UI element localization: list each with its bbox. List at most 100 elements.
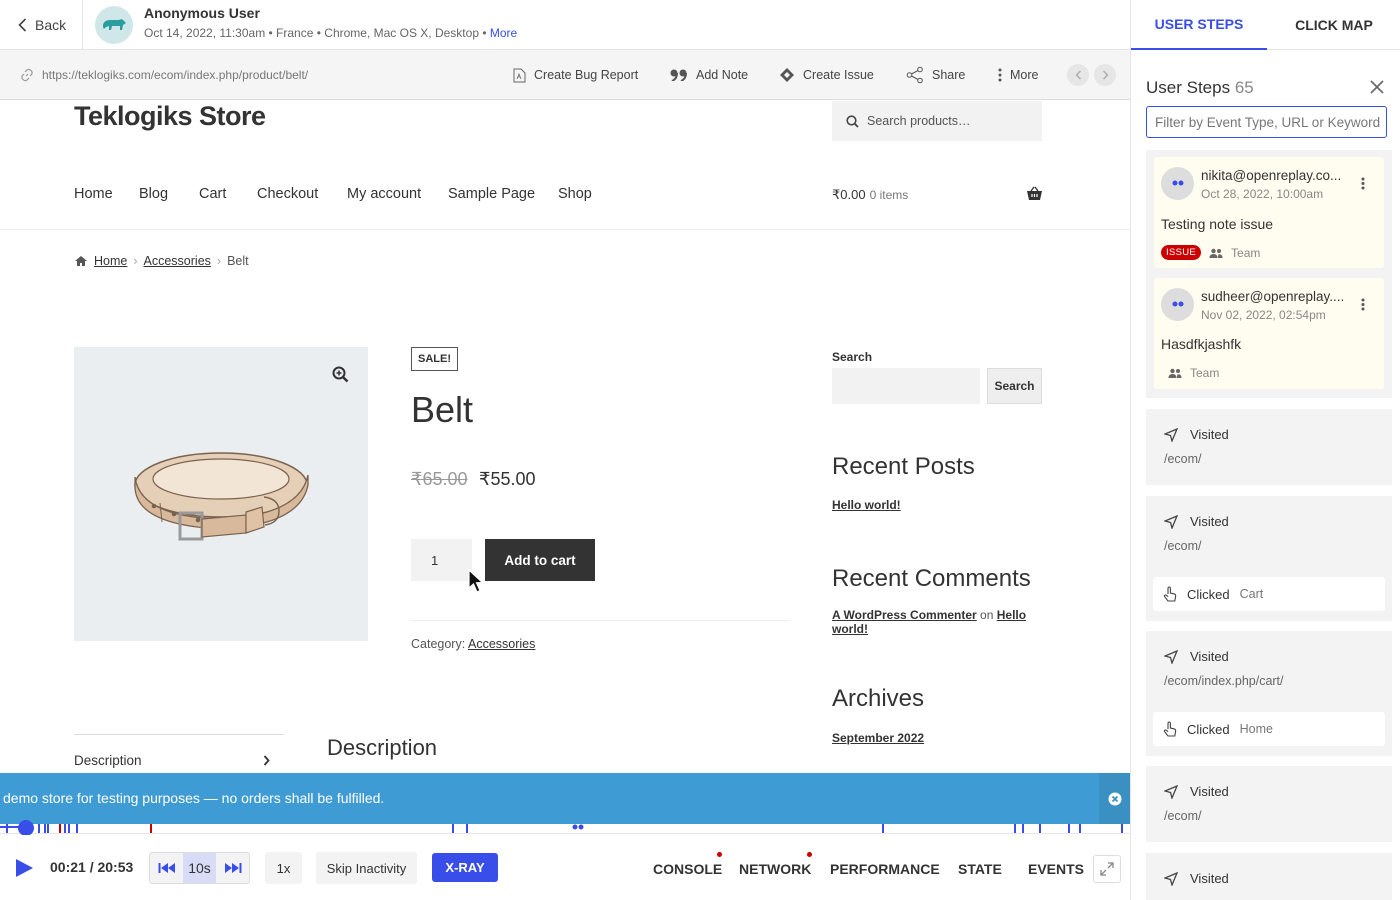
notice-dismiss-button[interactable] <box>1099 773 1130 824</box>
timeline-event-marker[interactable] <box>44 824 46 833</box>
chevron-right-icon <box>263 755 270 766</box>
sale-price: ₹55.00 <box>479 469 536 489</box>
tab-click-map[interactable]: CLICK MAP <box>1267 0 1400 50</box>
menu-item-blog[interactable]: Blog <box>139 186 168 202</box>
timeline-event-marker[interactable] <box>1121 824 1123 833</box>
timeline-note-icon[interactable] <box>572 824 584 832</box>
tab-network[interactable]: NETWORK <box>739 861 811 877</box>
menu-item-sample-page[interactable]: Sample Page <box>448 186 535 202</box>
close-panel-button[interactable] <box>1369 79 1385 95</box>
tab-console[interactable]: CONSOLE <box>653 861 722 877</box>
event-visited[interactable]: Visited <box>1164 784 1229 799</box>
skip-forward-button[interactable] <box>216 853 249 883</box>
location-arrow-icon <box>1164 784 1178 799</box>
replay-timeline[interactable] <box>0 824 1130 834</box>
create-bug-report-button[interactable]: Create Bug Report <box>513 50 638 100</box>
add-note-button[interactable]: Add Note <box>670 50 748 100</box>
event-visited[interactable]: Visited <box>1164 649 1229 664</box>
play-button[interactable] <box>14 858 34 878</box>
tab-performance[interactable]: PERFORMANCE <box>830 861 940 877</box>
basket-icon[interactable] <box>1026 186 1043 201</box>
timeline-event-marker[interactable] <box>882 824 884 833</box>
event-clicked[interactable]: Clicked Cart <box>1153 577 1385 611</box>
comment-on: on <box>980 608 994 622</box>
meta-more-link[interactable]: More <box>490 26 517 40</box>
menu-item-shop[interactable]: Shop <box>558 186 592 202</box>
event-visited[interactable]: Visited <box>1164 871 1229 886</box>
event-visited[interactable]: Visited <box>1164 427 1229 442</box>
timeline-error-marker[interactable] <box>150 824 152 833</box>
timeline-event-marker[interactable] <box>76 824 78 833</box>
note-author: nikita@openreplay.co... <box>1201 168 1342 183</box>
breadcrumb-accessories[interactable]: Accessories <box>144 254 211 268</box>
event-clicked[interactable]: Clicked Home <box>1153 712 1385 746</box>
add-to-cart-button[interactable]: Add to cart <box>485 539 595 581</box>
timeline-scrubber[interactable] <box>18 820 34 836</box>
timeline-event-marker[interactable] <box>6 824 8 833</box>
cart-items: 0 items <box>869 188 909 202</box>
skip-inactivity-toggle[interactable]: Skip Inactivity <box>316 852 417 884</box>
menu-item-home[interactable]: Home <box>74 186 113 202</box>
timeline-event-marker[interactable] <box>1068 824 1070 833</box>
breadcrumb: Home › Accessories › Belt <box>74 254 249 268</box>
quantity-input[interactable]: 1 <box>411 539 472 581</box>
timeline-event-marker[interactable] <box>47 824 49 833</box>
event-visited[interactable]: Visited <box>1164 514 1229 529</box>
tab-description[interactable]: Description <box>74 753 270 768</box>
archives-heading: Archives <box>832 685 925 712</box>
menu-item-my-account[interactable]: My account <box>347 186 421 202</box>
location-arrow-icon <box>1164 649 1178 664</box>
commenter-link[interactable]: A WordPress Commenter <box>832 608 977 622</box>
product-search-input[interactable]: Search products… <box>832 101 1042 141</box>
timeline-event-marker[interactable] <box>64 824 66 833</box>
note-card[interactable]: nikita@openreplay.co... Oct 28, 2022, 10… <box>1154 157 1384 268</box>
menu-item-checkout[interactable]: Checkout <box>257 186 318 202</box>
create-issue-button[interactable]: Create Issue <box>779 50 874 100</box>
skip-back-button[interactable] <box>150 853 183 883</box>
location-arrow-icon <box>1164 871 1178 886</box>
tab-state[interactable]: STATE <box>958 861 1002 877</box>
prev-session-button[interactable] <box>1067 64 1089 86</box>
more-actions-button[interactable]: More <box>998 50 1038 100</box>
note-menu-button[interactable] <box>1361 177 1365 190</box>
playback-speed-button[interactable]: 1x <box>265 852 302 884</box>
timeline-event-marker[interactable] <box>38 824 40 833</box>
sidebar-search-input[interactable] <box>832 368 980 404</box>
tab-user-steps[interactable]: USER STEPS <box>1131 0 1267 50</box>
timeline-event-marker[interactable] <box>1022 824 1024 833</box>
timeline-error-marker[interactable] <box>59 824 61 833</box>
event-visited-label: Visited <box>1190 649 1229 664</box>
zoom-icon[interactable] <box>332 366 349 383</box>
timeline-event-marker[interactable] <box>1014 824 1016 833</box>
recent-post-link[interactable]: Hello world! <box>832 498 901 512</box>
skip-interval[interactable]: 10s <box>183 853 216 883</box>
url-text: https://teklogiks.com/ecom/index.php/pro… <box>42 68 309 82</box>
next-session-button[interactable] <box>1094 64 1116 86</box>
timeline-event-marker[interactable] <box>68 824 70 833</box>
timeline-event-marker[interactable] <box>452 824 454 833</box>
playback-time: 00:21 / 20:53 <box>50 859 134 875</box>
tab-events[interactable]: EVENTS <box>1028 861 1084 877</box>
timeline-event-marker[interactable] <box>466 824 468 833</box>
tab-divider <box>74 734 284 735</box>
breadcrumb-home[interactable]: Home <box>94 254 127 268</box>
timeline-event-marker[interactable] <box>1079 824 1081 833</box>
event-clicked-label: Clicked <box>1187 586 1230 602</box>
product-image[interactable] <box>74 347 368 641</box>
replay-viewport: Teklogiks Store Search products… Home Bl… <box>0 101 1130 773</box>
store-title[interactable]: Teklogiks Store <box>74 101 266 132</box>
archive-link[interactable]: September 2022 <box>832 731 924 745</box>
recent-comment: A WordPress Commenter on Hello world! <box>832 608 1032 636</box>
timeline-event-marker[interactable] <box>1039 824 1041 833</box>
note-menu-button[interactable] <box>1361 298 1365 311</box>
fullscreen-button[interactable] <box>1093 855 1121 883</box>
event-filter-input[interactable] <box>1146 106 1387 138</box>
note-card[interactable]: sudheer@openreplay.... Nov 02, 2022, 02:… <box>1154 278 1384 389</box>
menu-item-cart[interactable]: Cart <box>199 186 226 202</box>
sidebar-search-button[interactable]: Search <box>987 368 1042 404</box>
xray-button[interactable]: X-RAY <box>432 853 498 882</box>
back-button[interactable]: Back <box>0 0 83 49</box>
category-link[interactable]: Accessories <box>468 637 535 651</box>
cart-summary[interactable]: ₹0.00 0 items <box>832 187 908 203</box>
share-button[interactable]: Share <box>906 50 965 100</box>
